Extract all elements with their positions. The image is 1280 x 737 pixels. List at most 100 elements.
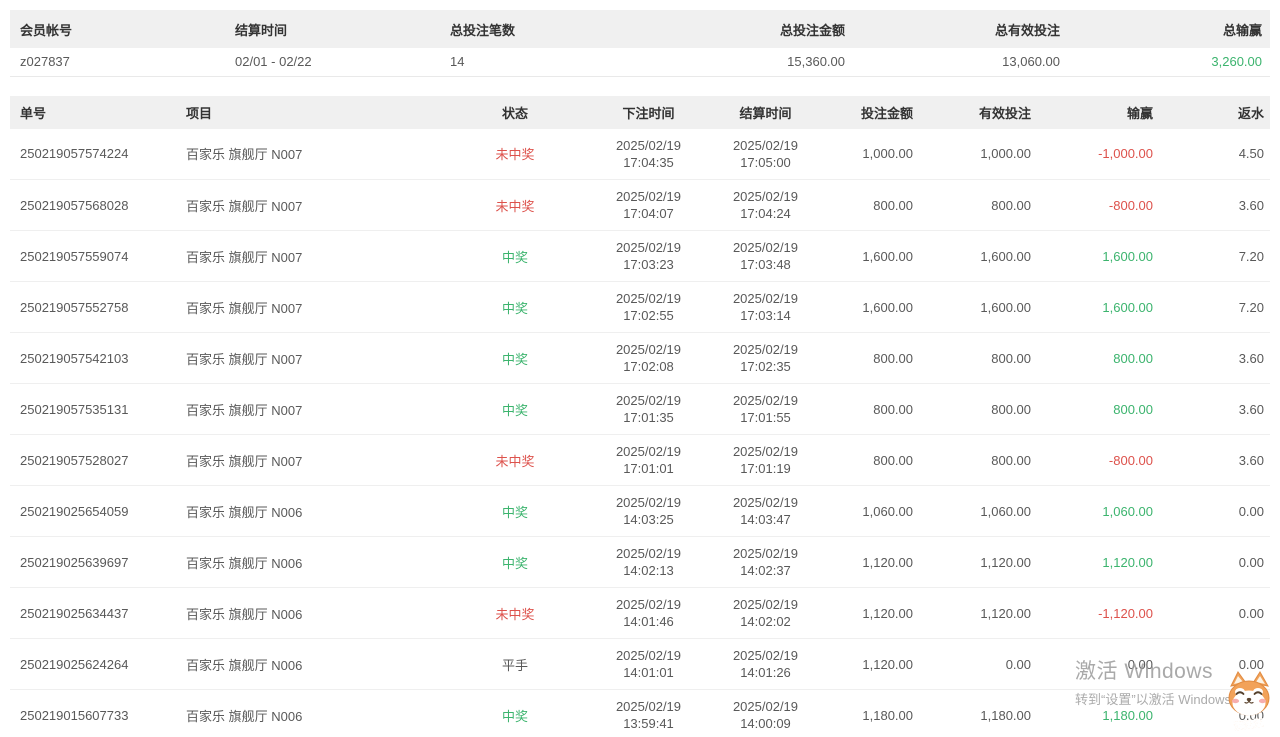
bet-date: 2025/02/19 — [590, 137, 707, 154]
cell-settle-time: 2025/02/1917:04:24 — [707, 180, 824, 231]
cell-status: 未中奖 — [440, 435, 590, 486]
cell-win-loss: 1,600.00 — [1043, 282, 1165, 333]
table-row: 250219025624264百家乐 旗舰厅 N006平手2025/02/191… — [10, 639, 1270, 690]
settle-date: 2025/02/19 — [707, 341, 824, 358]
bet-date: 2025/02/19 — [590, 596, 707, 613]
cell-rebate: 3.60 — [1165, 435, 1270, 486]
bet-date: 2025/02/19 — [590, 443, 707, 460]
cell-status: 未中奖 — [440, 129, 590, 180]
table-row: 250219057542103百家乐 旗舰厅 N007中奖2025/02/191… — [10, 333, 1270, 384]
summary-value-count: 14 — [440, 48, 655, 76]
settle-time: 14:03:47 — [707, 511, 824, 528]
cell-order-no: 250219057568028 — [10, 180, 176, 231]
cell-bet-amount: 1,120.00 — [824, 588, 925, 639]
settle-date: 2025/02/19 — [707, 494, 824, 511]
summary-value-total_win: 3,260.00 — [1070, 48, 1270, 76]
column-header-4: 结算时间 — [707, 96, 824, 129]
bet-time: 17:01:35 — [590, 409, 707, 426]
cell-settle-time: 2025/02/1914:03:47 — [707, 486, 824, 537]
cell-status: 未中奖 — [440, 588, 590, 639]
cell-bet-time: 2025/02/1914:01:46 — [590, 588, 707, 639]
bet-date: 2025/02/19 — [590, 698, 707, 715]
cell-bet-time: 2025/02/1917:02:08 — [590, 333, 707, 384]
cell-project: 百家乐 旗舰厅 N007 — [176, 129, 440, 180]
bet-date: 2025/02/19 — [590, 290, 707, 307]
cell-rebate: 0.00 — [1165, 588, 1270, 639]
bet-time: 17:03:23 — [590, 256, 707, 273]
cell-status: 中奖 — [440, 282, 590, 333]
cell-order-no: 250219057542103 — [10, 333, 176, 384]
cell-settle-time: 2025/02/1914:02:02 — [707, 588, 824, 639]
cell-win-loss: 1,180.00 — [1043, 690, 1165, 737]
cell-win-loss: 800.00 — [1043, 384, 1165, 435]
bet-time: 14:02:13 — [590, 562, 707, 579]
column-header-7: 输赢 — [1043, 96, 1165, 129]
shiba-mascot[interactable]: 汪汪汪 — [1218, 669, 1280, 737]
cell-order-no: 250219057528027 — [10, 435, 176, 486]
cell-project: 百家乐 旗舰厅 N007 — [176, 333, 440, 384]
cell-valid-amount: 800.00 — [925, 180, 1043, 231]
cell-bet-time: 2025/02/1914:02:13 — [590, 537, 707, 588]
summary-header-2: 总投注笔数 — [440, 10, 655, 48]
cell-bet-amount: 1,060.00 — [824, 486, 925, 537]
cell-win-loss: 1,600.00 — [1043, 231, 1165, 282]
settle-time: 17:03:48 — [707, 256, 824, 273]
cell-rebate: 7.20 — [1165, 231, 1270, 282]
cell-project: 百家乐 旗舰厅 N007 — [176, 435, 440, 486]
summary-value-member: z027837 — [10, 48, 225, 76]
bet-time: 17:02:08 — [590, 358, 707, 375]
bet-time: 17:04:35 — [590, 154, 707, 171]
summary-value-total_valid: 13,060.00 — [855, 48, 1070, 76]
summary-header-3: 总投注金额 — [655, 10, 855, 48]
summary-value-row: z02783702/01 - 02/221415,360.0013,060.00… — [10, 48, 1270, 76]
summary-header-row: 会员帐号结算时间总投注笔数总投注金额总有效投注总输赢 — [10, 10, 1270, 48]
table-row: 250219057535131百家乐 旗舰厅 N007中奖2025/02/191… — [10, 384, 1270, 435]
summary-value-total_bet: 15,360.00 — [655, 48, 855, 76]
column-header-0: 单号 — [10, 96, 176, 129]
settle-time: 17:04:24 — [707, 205, 824, 222]
table-row: 250219025654059百家乐 旗舰厅 N006中奖2025/02/191… — [10, 486, 1270, 537]
settle-date: 2025/02/19 — [707, 443, 824, 460]
settle-time: 14:02:02 — [707, 613, 824, 630]
cell-bet-amount: 800.00 — [824, 435, 925, 486]
cell-win-loss: 1,120.00 — [1043, 537, 1165, 588]
settle-date: 2025/02/19 — [707, 545, 824, 562]
column-header-5: 投注金额 — [824, 96, 925, 129]
cell-rebate: 3.60 — [1165, 333, 1270, 384]
settle-time: 14:00:09 — [707, 715, 824, 732]
shiba-dog-icon: 汪汪汪 — [1218, 669, 1280, 737]
table-row: 250219025634437百家乐 旗舰厅 N006未中奖2025/02/19… — [10, 588, 1270, 639]
cell-win-loss: 1,060.00 — [1043, 486, 1165, 537]
cell-status: 中奖 — [440, 333, 590, 384]
table-row: 250219015607733百家乐 旗舰厅 N006中奖2025/02/191… — [10, 690, 1270, 737]
bet-date: 2025/02/19 — [590, 494, 707, 511]
cell-bet-time: 2025/02/1917:01:01 — [590, 435, 707, 486]
settle-date: 2025/02/19 — [707, 290, 824, 307]
cell-valid-amount: 1,600.00 — [925, 282, 1043, 333]
cell-bet-amount: 1,120.00 — [824, 639, 925, 690]
cell-win-loss: -1,000.00 — [1043, 129, 1165, 180]
table-row: 250219057528027百家乐 旗舰厅 N007未中奖2025/02/19… — [10, 435, 1270, 486]
cell-bet-time: 2025/02/1917:04:35 — [590, 129, 707, 180]
settle-date: 2025/02/19 — [707, 698, 824, 715]
cell-status: 未中奖 — [440, 180, 590, 231]
bet-time: 14:01:01 — [590, 664, 707, 681]
column-header-1: 项目 — [176, 96, 440, 129]
cell-project: 百家乐 旗舰厅 N006 — [176, 588, 440, 639]
settle-time: 17:03:14 — [707, 307, 824, 324]
cell-bet-amount: 800.00 — [824, 333, 925, 384]
cell-valid-amount: 800.00 — [925, 435, 1043, 486]
cell-order-no: 250219015607733 — [10, 690, 176, 737]
cell-status: 中奖 — [440, 690, 590, 737]
table-row: 250219057568028百家乐 旗舰厅 N007未中奖2025/02/19… — [10, 180, 1270, 231]
bet-time: 17:04:07 — [590, 205, 707, 222]
cell-settle-time: 2025/02/1917:02:35 — [707, 333, 824, 384]
cell-bet-amount: 800.00 — [824, 180, 925, 231]
settle-time: 17:02:35 — [707, 358, 824, 375]
cell-project: 百家乐 旗舰厅 N006 — [176, 537, 440, 588]
cell-bet-time: 2025/02/1917:04:07 — [590, 180, 707, 231]
settle-time: 14:02:37 — [707, 562, 824, 579]
cell-rebate: 0.00 — [1165, 537, 1270, 588]
summary-header-4: 总有效投注 — [855, 10, 1070, 48]
cell-project: 百家乐 旗舰厅 N007 — [176, 180, 440, 231]
